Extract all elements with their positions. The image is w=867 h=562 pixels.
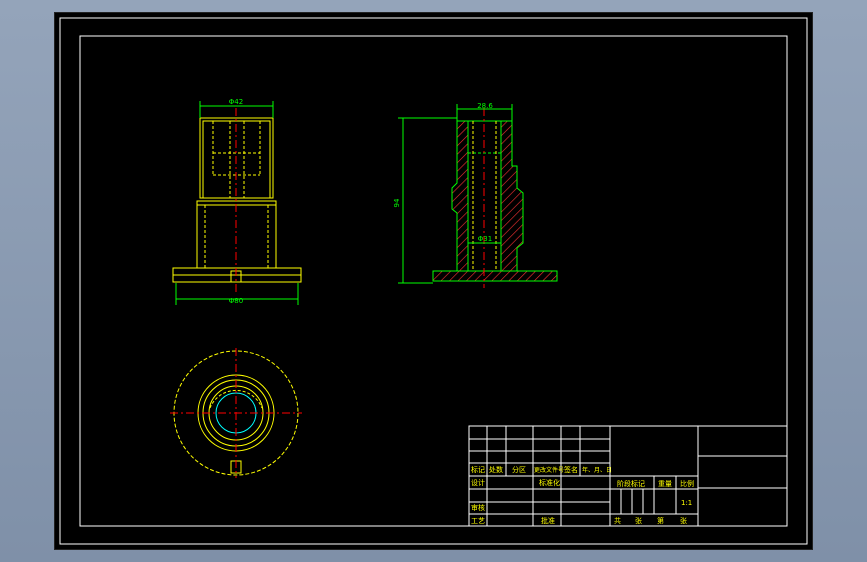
- tb-stage-mark: 阶段标记: [617, 479, 645, 488]
- tb-process: 工艺: [471, 517, 485, 525]
- tb-header-date: 年、月、日: [582, 466, 612, 474]
- tb-header-change-doc: 更改文件号: [534, 466, 564, 474]
- tb-sheets-word: 张: [635, 516, 642, 525]
- tb-header-mark: 标记: [471, 465, 485, 474]
- title-block: [468, 425, 788, 527]
- front-dimensions: [175, 101, 299, 305]
- dim-section-width: 28.6: [477, 102, 493, 110]
- tb-header-zone: 分区: [512, 465, 526, 474]
- tb-standardization: 标准化: [539, 478, 560, 487]
- tb-scale-value: 1:1: [681, 499, 692, 507]
- dim-top-width: Φ42: [229, 98, 243, 106]
- drawing-sheet: Φ42 Φ80 28.6 94 Φ31 标记 处数 分区 更改文件号 签名 年、…: [55, 13, 812, 549]
- tb-approve: 批准: [541, 516, 555, 525]
- dim-base-width: Φ80: [229, 297, 243, 305]
- tb-header-sign: 签名: [564, 465, 578, 474]
- dim-bore: Φ31: [478, 235, 492, 243]
- section-view: [432, 120, 558, 282]
- cad-viewport[interactable]: Φ42 Φ80 28.6 94 Φ31 标记 处数 分区 更改文件号 签名 年、…: [0, 0, 867, 562]
- tb-header-count: 处数: [489, 465, 503, 474]
- tb-design: 设计: [471, 478, 485, 487]
- tb-weight: 重量: [658, 480, 672, 488]
- tb-sheet-no: 第: [657, 516, 664, 525]
- tb-sheets-total: 共: [614, 516, 621, 525]
- dim-height: 94: [393, 198, 401, 207]
- front-view: [172, 117, 302, 283]
- tb-review: 审核: [471, 503, 485, 512]
- tb-scale: 比例: [680, 479, 694, 488]
- drawing-canvas: Φ42 Φ80 28.6 94 Φ31 标记 处数 分区 更改文件号 签名 年、…: [59, 17, 808, 545]
- tb-sheet-word: 张: [680, 516, 687, 525]
